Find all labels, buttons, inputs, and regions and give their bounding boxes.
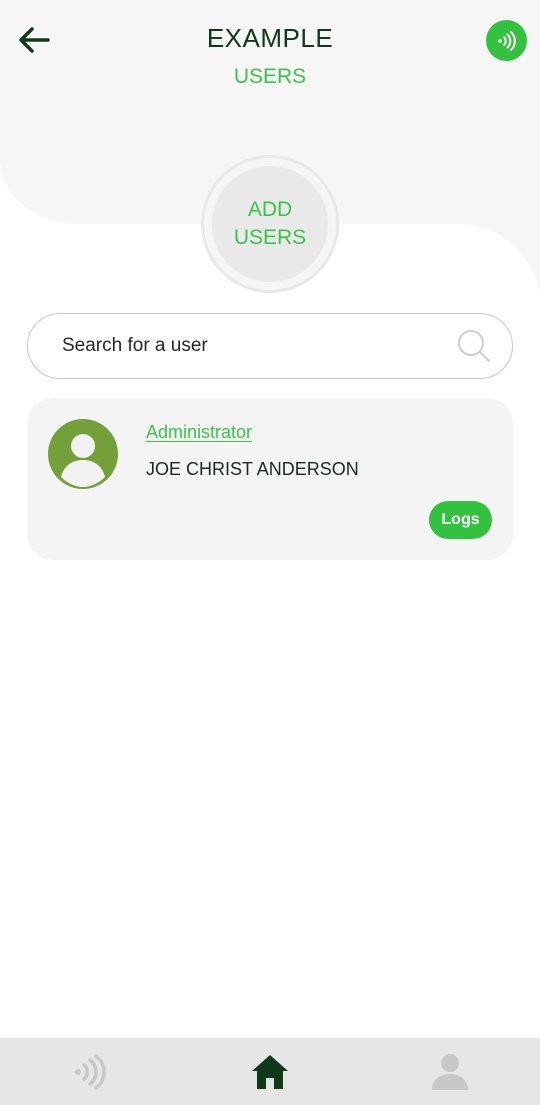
home-icon [252,1054,288,1089]
user-role-link[interactable]: Administrator [146,422,252,443]
users-screen: EXAMPLE USERS ADD USERS Administrator JO… [0,0,540,1105]
avatar [48,419,118,489]
nav-item-profile[interactable] [360,1038,540,1105]
page-title: EXAMPLE [206,23,334,53]
user-card[interactable]: Administrator JOE CHRIST ANDERSON Logs [27,398,513,560]
search-bar [27,313,513,379]
logs-button[interactable]: Logs [429,501,492,539]
nfc-icon [497,30,516,51]
add-users-label-line2: USERS [233,226,307,249]
nav-item-home[interactable] [180,1038,360,1105]
user-name: JOE CHRIST ANDERSON [146,459,359,479]
add-users-button[interactable]: ADD USERS [212,166,328,282]
search-icon[interactable] [456,328,492,364]
page-subtitle: USERS [233,65,307,88]
nfc-button[interactable] [486,20,527,61]
profile-icon [432,1053,468,1090]
bottom-navigation [0,1038,540,1105]
nav-item-nfc[interactable] [0,1038,180,1105]
user-avatar-icon [61,434,105,487]
search-input[interactable] [62,314,442,377]
nfc-icon [75,1053,106,1090]
add-users-label-line1: ADD [247,198,293,221]
